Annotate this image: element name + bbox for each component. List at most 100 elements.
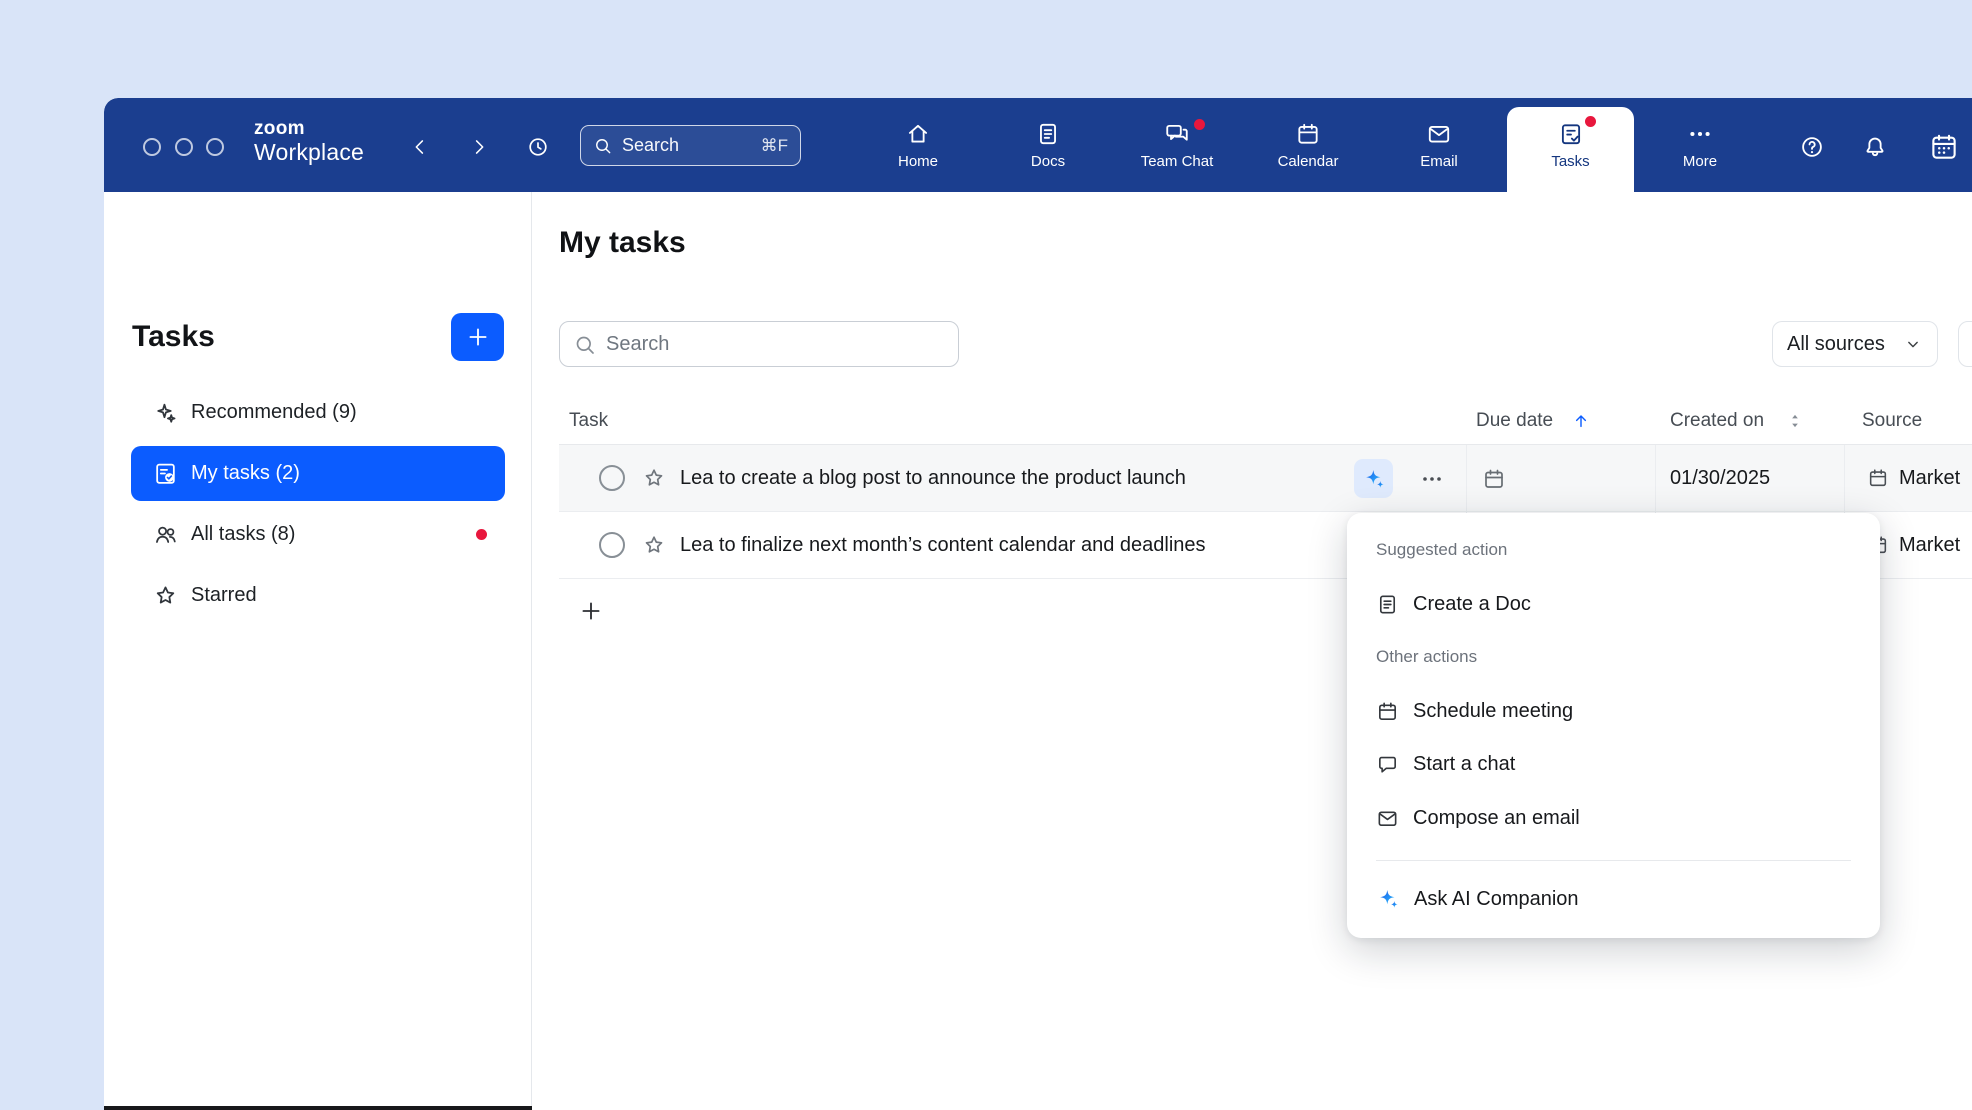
menu-item-create-doc[interactable]: Create a Doc xyxy=(1347,584,1870,624)
sidebar-item-all-tasks[interactable]: All tasks (8) xyxy=(131,507,505,562)
docs-icon xyxy=(1035,121,1061,147)
table-header-row: Task Due date Created on Source xyxy=(559,396,1972,445)
more-actions-button[interactable] xyxy=(1415,462,1449,496)
tab-email[interactable]: Email xyxy=(1384,107,1494,192)
tasks-icon xyxy=(1558,121,1584,147)
right-panel-button[interactable] xyxy=(1924,127,1964,167)
tab-home[interactable]: Home xyxy=(863,107,973,192)
plus-icon xyxy=(578,598,604,624)
column-header-created-on[interactable]: Created on xyxy=(1670,396,1764,445)
global-search[interactable]: Search ⌘F xyxy=(580,125,801,166)
menu-item-start-chat[interactable]: Start a chat xyxy=(1347,744,1870,784)
menu-item-label: Start a chat xyxy=(1413,753,1515,776)
bell-icon xyxy=(1862,134,1888,160)
tab-label: Team Chat xyxy=(1141,153,1214,170)
task-star-button[interactable] xyxy=(642,533,666,560)
calendar-icon xyxy=(1482,467,1506,491)
search-shortcut: ⌘F xyxy=(761,136,788,156)
add-task-inline-button[interactable] xyxy=(569,591,613,631)
task-complete-checkbox[interactable] xyxy=(599,532,625,558)
tab-tasks[interactable]: Tasks xyxy=(1507,107,1634,192)
tab-label: Calendar xyxy=(1278,153,1339,170)
ai-actions-popup: Suggested action Create a Doc Other acti… xyxy=(1347,513,1880,938)
sidebar-item-my-tasks[interactable]: My tasks (2) xyxy=(131,446,505,501)
menu-item-label: Ask AI Companion xyxy=(1414,888,1579,911)
sources-filter-dropdown[interactable]: All sources xyxy=(1772,321,1938,367)
set-due-date-button[interactable] xyxy=(1477,462,1511,496)
sidebar-item-label: All tasks (8) xyxy=(191,523,295,546)
menu-item-label: Create a Doc xyxy=(1413,593,1531,616)
menu-item-compose-email[interactable]: Compose an email xyxy=(1347,798,1870,838)
sidebar: Tasks Recommended (9) My tasks (2) All t… xyxy=(104,192,532,1110)
task-complete-checkbox[interactable] xyxy=(599,465,625,491)
cell-divider xyxy=(1466,445,1467,511)
star-icon xyxy=(642,466,666,490)
search-icon xyxy=(593,136,613,156)
nav-forward-button[interactable] xyxy=(459,127,499,167)
menu-item-schedule-meeting[interactable]: Schedule meeting xyxy=(1347,691,1870,731)
task-star-button[interactable] xyxy=(642,466,666,493)
global-search-placeholder: Search xyxy=(622,135,679,156)
source-icon xyxy=(1867,467,1889,489)
task-source: Market xyxy=(1899,445,1960,512)
popup-divider xyxy=(1376,860,1851,861)
notification-dot xyxy=(1194,119,1205,130)
sidebar-item-label: Recommended (9) xyxy=(191,401,357,424)
page-title: My tasks xyxy=(559,226,686,260)
zoom-workplace-logo: zoom Workplace xyxy=(254,119,364,166)
team-chat-icon xyxy=(1164,121,1190,147)
add-task-button[interactable] xyxy=(451,313,504,361)
mini-calendar-icon xyxy=(1929,132,1959,162)
menu-item-label: Schedule meeting xyxy=(1413,700,1573,723)
tasks-list-icon xyxy=(153,461,178,486)
column-header-task[interactable]: Task xyxy=(569,396,608,445)
column-header-source[interactable]: Source xyxy=(1862,396,1922,445)
tab-label: More xyxy=(1683,153,1717,170)
sources-filter-label: All sources xyxy=(1787,333,1885,356)
sidebar-item-starred[interactable]: Starred xyxy=(131,568,505,623)
sort-ascending-icon[interactable] xyxy=(1571,411,1591,431)
chevron-right-icon xyxy=(468,136,490,158)
tab-docs[interactable]: Docs xyxy=(993,107,1103,192)
email-icon xyxy=(1426,121,1452,147)
sort-toggle-icon[interactable] xyxy=(1785,411,1805,431)
sidebar-title: Tasks xyxy=(132,319,215,355)
sidebar-item-recommended[interactable]: Recommended (9) xyxy=(131,385,505,440)
partial-clipped-button[interactable] xyxy=(1958,321,1972,367)
help-button[interactable] xyxy=(1792,127,1832,167)
tab-team-chat[interactable]: Team Chat xyxy=(1122,107,1232,192)
menu-item-ask-ai-companion[interactable]: Ask AI Companion xyxy=(1347,879,1870,919)
task-row[interactable]: Lea to create a blog post to announce th… xyxy=(559,445,1972,512)
column-header-due-date[interactable]: Due date xyxy=(1476,396,1553,445)
ai-sparkle-icon xyxy=(1376,887,1400,911)
task-search-input[interactable] xyxy=(560,322,958,366)
tab-label: Tasks xyxy=(1551,153,1589,170)
window-control-button[interactable] xyxy=(206,138,224,156)
logo-product: Workplace xyxy=(254,139,364,166)
task-source: Market xyxy=(1899,512,1960,579)
chat-icon xyxy=(1376,753,1399,776)
cell-divider xyxy=(1844,445,1845,511)
tab-calendar[interactable]: Calendar xyxy=(1253,107,1363,192)
menu-item-label: Compose an email xyxy=(1413,807,1580,830)
ai-companion-button[interactable] xyxy=(1354,459,1393,498)
window-control-button[interactable] xyxy=(143,138,161,156)
home-icon xyxy=(905,121,931,147)
sparkle-icon xyxy=(153,400,178,425)
sidebar-item-label: My tasks (2) xyxy=(191,462,300,485)
star-icon xyxy=(642,533,666,557)
main-content: My tasks All sources Task Due date Creat… xyxy=(533,192,1972,1110)
calendar-icon xyxy=(1295,121,1321,147)
notifications-button[interactable] xyxy=(1855,127,1895,167)
history-icon xyxy=(526,135,550,159)
tab-more[interactable]: More xyxy=(1645,107,1755,192)
logo-brand: zoom xyxy=(254,119,364,139)
nav-back-button[interactable] xyxy=(400,127,440,167)
desktop-background: zoom Workplace Search ⌘F Home xyxy=(0,0,1972,1110)
zoom-workplace-window: zoom Workplace Search ⌘F Home xyxy=(104,98,1972,1110)
task-title: Lea to create a blog post to announce th… xyxy=(680,445,1186,512)
chevron-left-icon xyxy=(409,136,431,158)
window-control-button[interactable] xyxy=(175,138,193,156)
history-button[interactable] xyxy=(518,127,558,167)
calendar-icon xyxy=(1376,700,1399,723)
